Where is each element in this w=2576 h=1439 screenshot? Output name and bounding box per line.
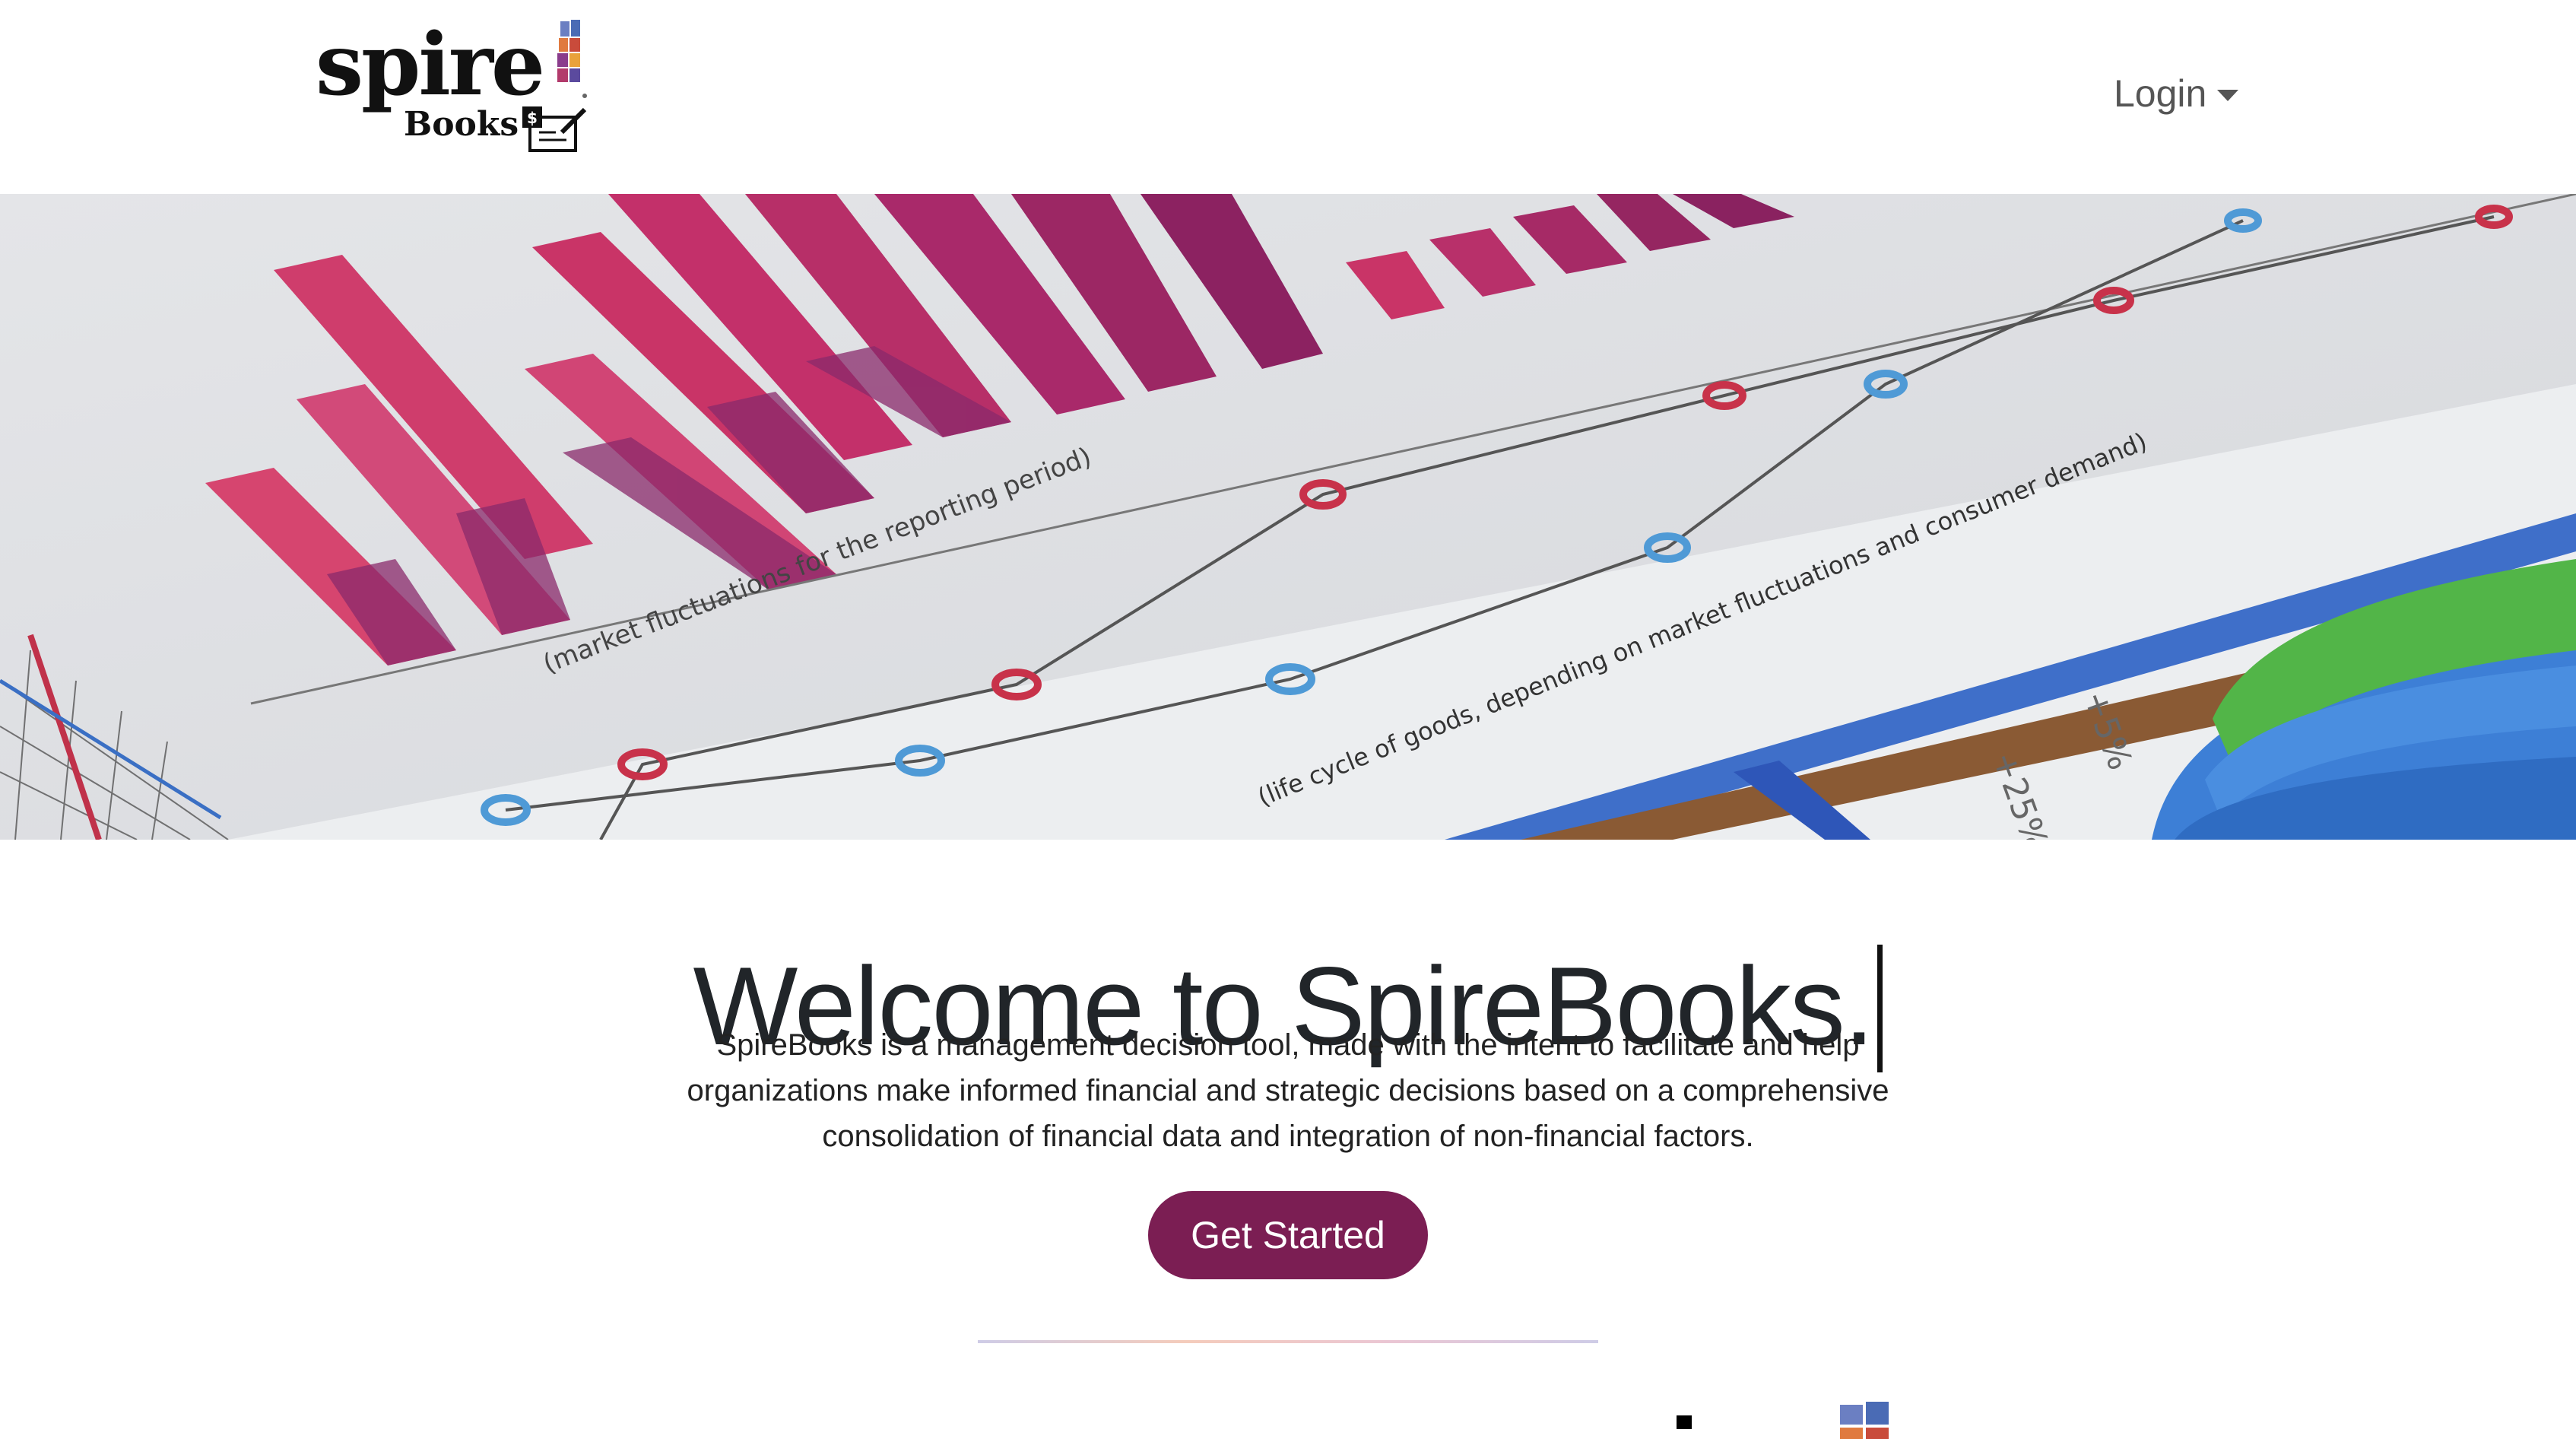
logo-wordmark: spire: [316, 15, 545, 115]
login-dropdown[interactable]: Login: [2114, 67, 2239, 120]
logo-subtitle: Books: [404, 105, 519, 144]
section-divider: [978, 1340, 1598, 1343]
financial-charts-illustration: (market fluctuations for the reporting p…: [0, 194, 2576, 840]
svg-text:$: $: [527, 109, 538, 127]
spirebooks-logo[interactable]: spire Books $: [316, 17, 604, 157]
caret-down-icon: [2217, 89, 2239, 101]
partial-logo-dot: [1677, 1415, 1692, 1429]
navbar: spire Books $ Login: [0, 0, 2576, 194]
intro-description: SpireBooks is a management decision tool…: [687, 1028, 1889, 1153]
check-document-icon: $: [522, 106, 587, 152]
spire-grid-icon-partial: [1840, 1402, 1889, 1439]
spire-grid-icon: [557, 20, 587, 98]
login-label: Login: [2114, 72, 2207, 115]
hero-banner-image: (market fluctuations for the reporting p…: [0, 194, 2576, 840]
get-started-button[interactable]: Get Started: [1148, 1191, 1428, 1279]
